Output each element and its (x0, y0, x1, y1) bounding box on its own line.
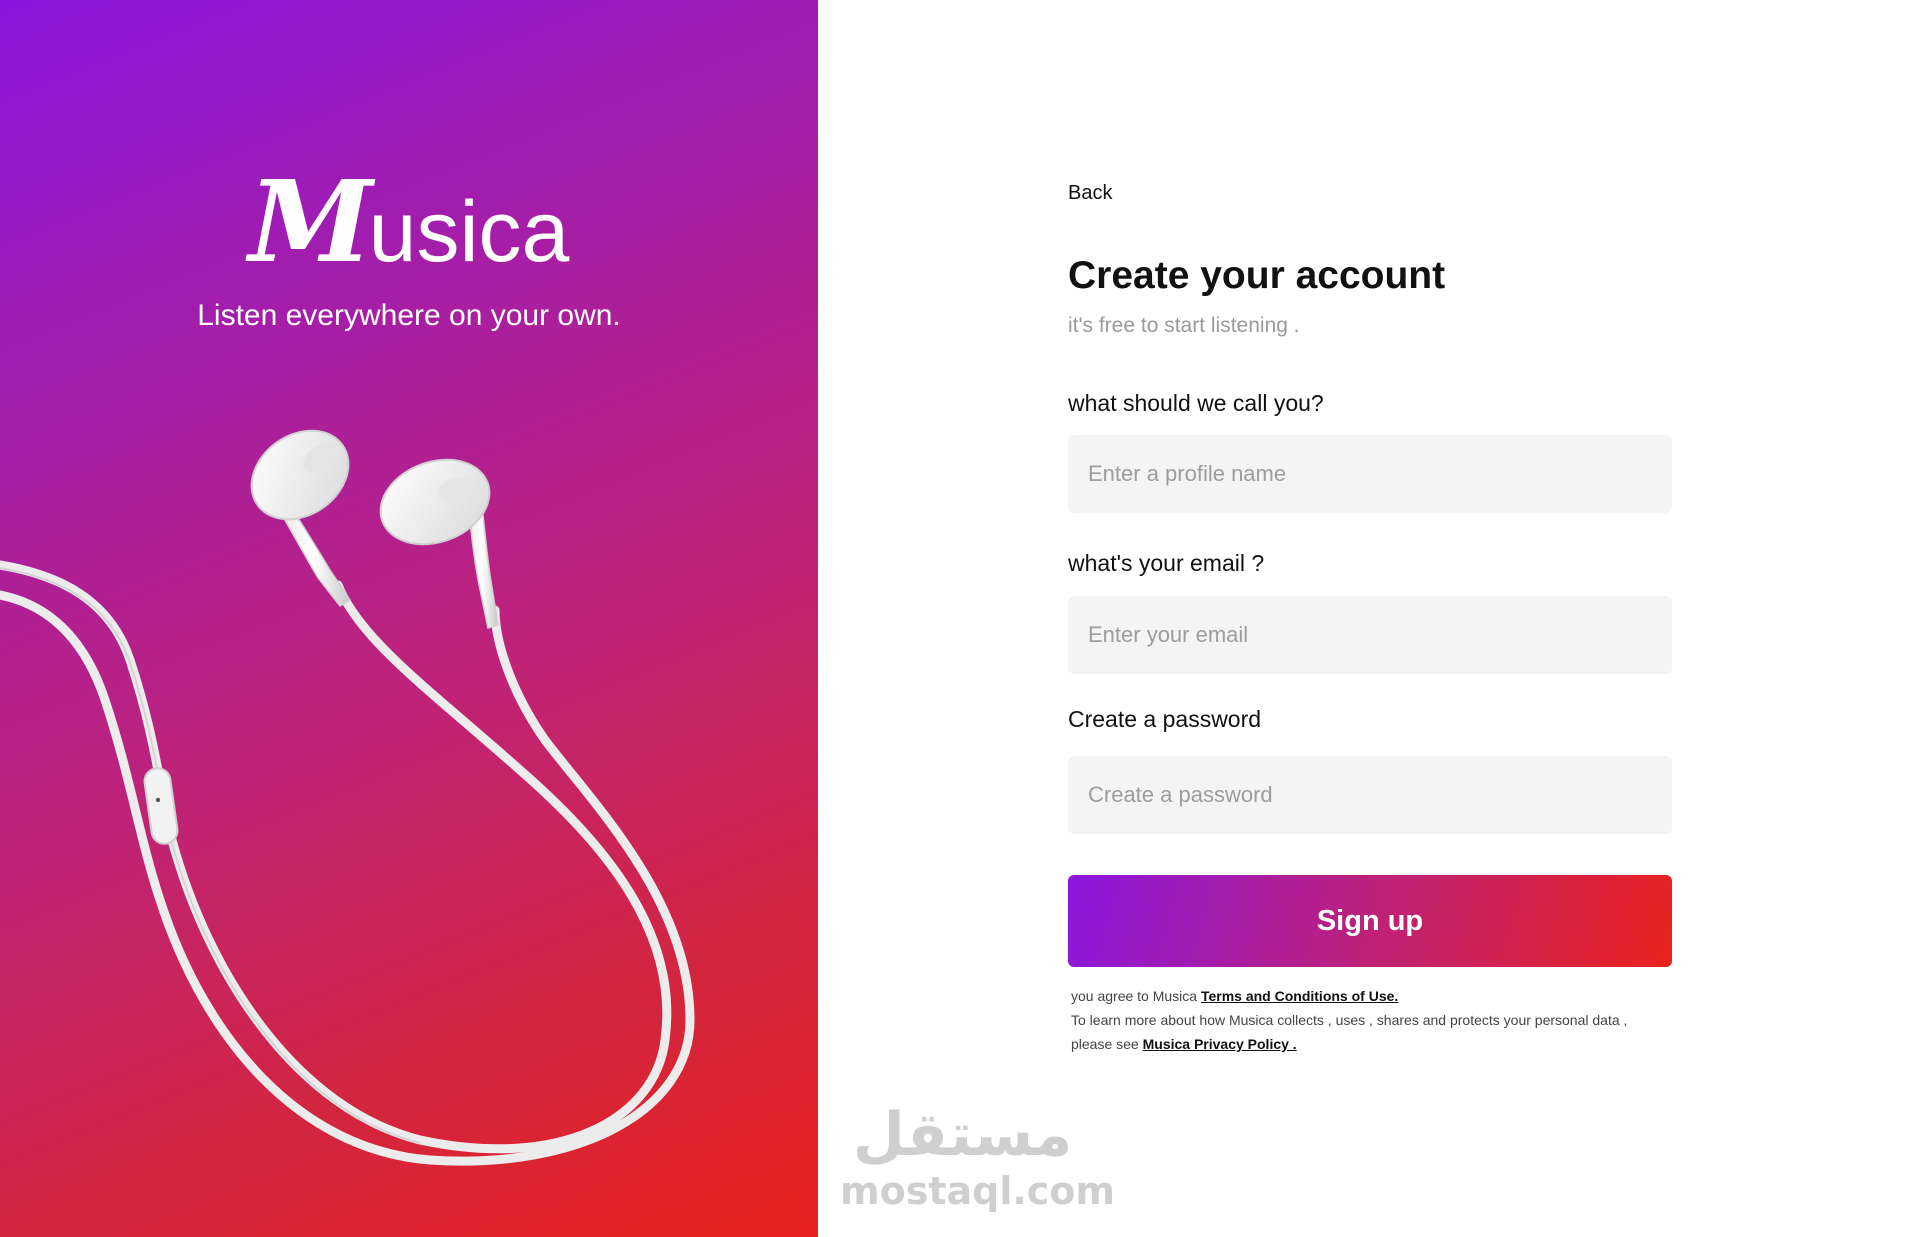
profile-name-input[interactable] (1068, 435, 1672, 513)
privacy-policy-link[interactable]: Musica Privacy Policy . (1143, 1036, 1297, 1052)
profile-name-label: what should we call you? (1068, 390, 1324, 416)
mostaql-watermark: مستقل mostaql.com (840, 1100, 1116, 1220)
legal-notice: you agree to Musica Terms and Conditions… (1071, 984, 1631, 1056)
sign-up-button[interactable]: Sign up (1068, 875, 1672, 967)
password-input[interactable] (1068, 756, 1672, 834)
musica-logo: Musica (0, 167, 818, 287)
email-label: what's your email ? (1068, 550, 1265, 576)
earphone-cable-left (0, 560, 672, 1154)
watermark-arabic: مستقل (852, 1100, 1073, 1170)
earphone-cable-right (0, 590, 695, 1166)
password-label: Create a password (1068, 706, 1262, 732)
earphone-remote (143, 767, 179, 845)
watermark-url: mostaql.com (840, 1169, 1116, 1213)
page-subtitle: it's free to start listening . (1068, 314, 1300, 337)
page-title: Create your account (1068, 254, 1446, 297)
hero-panel: Musica Listen everywhere on your own. (0, 0, 818, 1237)
email-input[interactable] (1068, 596, 1672, 674)
logo-initial: M (248, 157, 373, 288)
logo-wordmark: usica (368, 184, 570, 280)
earphones-image (0, 429, 695, 1166)
legal-agree-text: you agree to Musica (1071, 988, 1201, 1004)
terms-link[interactable]: Terms and Conditions of Use. (1201, 988, 1398, 1004)
back-link[interactable]: Back (1068, 180, 1112, 206)
tagline: Listen everywhere on your own. (197, 299, 621, 332)
